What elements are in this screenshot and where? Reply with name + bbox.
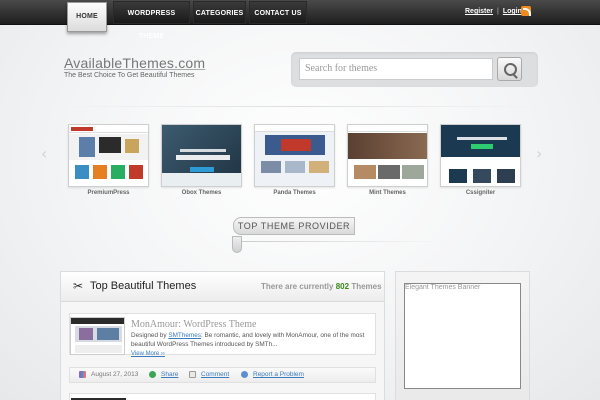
provider-tab-knob (232, 236, 242, 253)
view-more-link[interactable]: View More ›› (131, 351, 165, 357)
slider-item-caption[interactable]: Panda Themes (254, 190, 335, 196)
header-divider (60, 106, 540, 107)
slider-item-caption[interactable]: Mint Themes (347, 190, 428, 196)
nav-home[interactable]: HOME (67, 2, 107, 32)
scissors-icon: ✂ (73, 279, 84, 293)
banner-label: Elegant Themes Banner (405, 284, 481, 291)
rss-icon[interactable] (521, 6, 531, 16)
share-link[interactable]: Share (161, 371, 178, 378)
theme-screenshot (254, 124, 335, 187)
slider-item-premiumpress[interactable]: PremiumPress (68, 124, 149, 196)
panel-header: ✂ Top Beautiful Themes There are current… (61, 272, 384, 302)
comment-action[interactable]: Comment (189, 371, 229, 378)
nav-contact-us[interactable]: CONTACT US (249, 1, 307, 24)
site-tagline: The Best Choice To Get Beautiful Themes (64, 72, 195, 79)
count-suffix: Themes (351, 282, 382, 291)
slider-item-obox[interactable]: Obox Themes (161, 124, 242, 196)
search-button[interactable] (497, 57, 522, 81)
search-box: Search for themes (291, 52, 538, 87)
slider-item-caption[interactable]: Cssigniter (440, 190, 521, 196)
slider-item-panda[interactable]: Panda Themes (254, 124, 335, 196)
post-excerpt: Designed by SMThemes: Be romantic, and l… (131, 331, 371, 349)
share-icon (149, 371, 156, 378)
question-icon (241, 371, 248, 378)
user-links: Register | Login (465, 8, 522, 15)
slider-item-mint[interactable]: Mint Themes (347, 124, 428, 196)
theme-screenshot (440, 124, 521, 187)
panel-title: Top Beautiful Themes (90, 280, 197, 292)
post-date: August 27, 2013 (79, 371, 138, 378)
link-separator: | (497, 8, 499, 15)
report-link[interactable]: Report a Problem (253, 371, 304, 378)
brand: AvailableThemes.com The Best Choice To G… (64, 55, 205, 79)
comment-icon (189, 371, 196, 378)
count-prefix: There are currently (261, 282, 334, 291)
slider-item-cssigniter[interactable]: Cssigniter (440, 124, 521, 196)
share-action[interactable]: Share (149, 371, 178, 378)
count-number: 802 (335, 282, 350, 291)
theme-count: There are currently 802 Themes (261, 282, 382, 291)
nav-categories[interactable]: CATEGORIES (193, 1, 246, 24)
post-thumbnail[interactable] (70, 317, 125, 355)
top-theme-provider-label: TOP THEME PROVIDER (233, 217, 355, 235)
provider-divider (242, 241, 442, 242)
post-title-link[interactable]: MonAmour: WordPress Theme (131, 319, 256, 330)
theme-screenshot (347, 124, 428, 187)
theme-screenshot (68, 124, 149, 187)
comment-link[interactable]: Comment (201, 371, 229, 378)
slider-next-arrow-icon[interactable]: › (536, 146, 542, 162)
main-nav: HOME WORDPRESS THEME CATEGORIES CONTACT … (67, 0, 310, 40)
theme-screenshot (161, 124, 242, 187)
slider-item-caption[interactable]: Obox Themes (161, 190, 242, 196)
slider-prev-arrow-icon[interactable]: ‹ (41, 146, 47, 162)
search-input[interactable]: Search for themes (299, 58, 493, 80)
post-card (69, 393, 376, 400)
register-link[interactable]: Register (465, 8, 493, 15)
nav-wordpress-theme[interactable]: WORDPRESS THEME (113, 1, 190, 40)
site-title[interactable]: AvailableThemes.com (64, 55, 205, 71)
report-action[interactable]: Report a Problem (241, 371, 304, 378)
excerpt-prefix: Designed by (131, 332, 167, 339)
elegant-themes-banner[interactable] (404, 283, 521, 389)
login-link[interactable]: Login (503, 8, 522, 15)
chart-icon (79, 371, 86, 378)
date-text: August 27, 2013 (91, 371, 139, 378)
author-link[interactable]: SMThemes (168, 332, 201, 339)
slider-item-caption[interactable]: PremiumPress (68, 190, 149, 196)
